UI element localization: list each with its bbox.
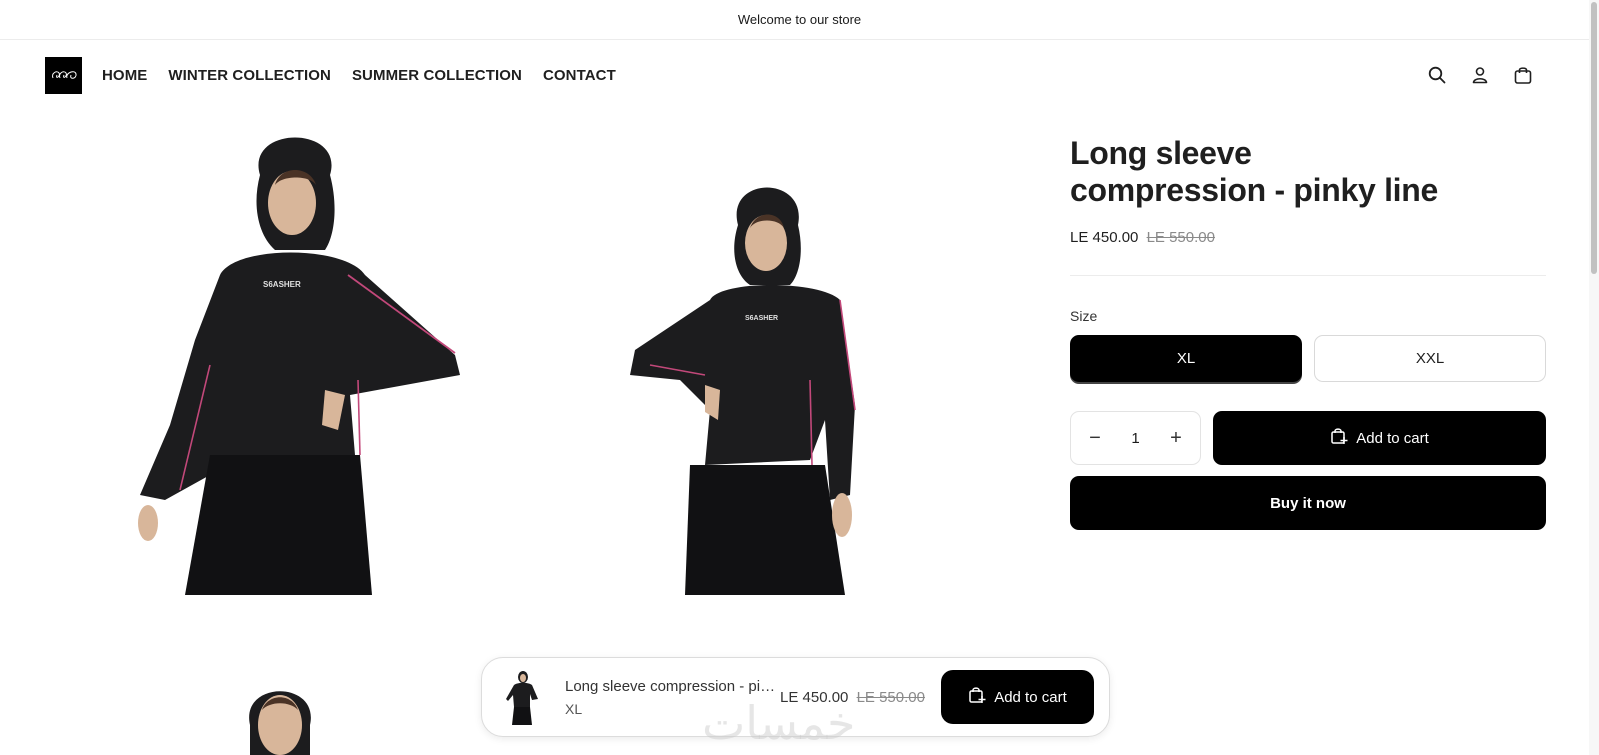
nav-home[interactable]: HOME (102, 67, 147, 84)
size-option-xl[interactable]: XL (1070, 335, 1302, 382)
product-title: Long sleeve compression - pinky line (1070, 135, 1546, 209)
cart-icon[interactable] (1512, 64, 1534, 86)
main-nav: HOME WINTER COLLECTION SUMMER COLLECTION… (102, 67, 637, 84)
header-icons (1426, 64, 1534, 86)
quantity-value[interactable]: 1 (1131, 430, 1139, 447)
nav-winter-collection[interactable]: WINTER COLLECTION (168, 67, 331, 84)
size-options: XL XXL (1070, 335, 1546, 382)
page-scrollbar[interactable] (1589, 0, 1599, 755)
size-option-xxl[interactable]: XXL (1314, 335, 1546, 382)
sticky-add-to-cart-button[interactable]: Add to cart (940, 670, 1094, 724)
product-image-2[interactable]: S6ASHER (610, 180, 900, 595)
sticky-cart-add-icon (968, 686, 986, 708)
site-header: HOME WINTER COLLECTION SUMMER COLLECTION… (0, 40, 1599, 110)
product-title-line-2: compression - pinky line (1070, 172, 1439, 208)
sale-price: LE 450.00 (1070, 229, 1139, 246)
shirt-print-text-2: S6ASHER (745, 315, 778, 322)
sticky-product-thumbnail (502, 669, 542, 725)
model-front-hooded-illustration: S6ASHER (138, 137, 460, 595)
announcement-text: Welcome to our store (737, 12, 862, 27)
shirt-print-text: S6ASHER (263, 280, 301, 289)
divider (1070, 275, 1546, 276)
watermark: خمسات (702, 696, 856, 750)
product-title-line-1: Long sleeve (1070, 135, 1252, 171)
buy-now-button[interactable]: Buy it now (1070, 476, 1546, 530)
scrollbar-thumb[interactable] (1591, 2, 1597, 274)
quantity-and-cart-row: − 1 + Add to cart (1070, 411, 1546, 465)
quantity-increase-button[interactable]: + (1166, 427, 1186, 450)
add-to-cart-button[interactable]: Add to cart (1213, 411, 1546, 465)
product-info: Long sleeve compression - pinky line LE … (1070, 135, 1546, 530)
account-icon[interactable] (1469, 64, 1491, 86)
announcement-bar: Welcome to our store (0, 0, 1599, 40)
product-image-1[interactable]: S6ASHER (110, 125, 480, 595)
add-to-cart-icon (1330, 427, 1348, 449)
store-logo[interactable] (45, 56, 82, 94)
model-side-hooded-illustration: S6ASHER (630, 187, 856, 595)
quantity-stepper: − 1 + (1070, 411, 1201, 465)
sticky-compare-price: LE 550.00 (856, 688, 925, 706)
model-hood-crop-illustration (249, 691, 311, 755)
product-image-3[interactable] (230, 685, 350, 755)
nav-summer-collection[interactable]: SUMMER COLLECTION (352, 67, 522, 84)
nav-contact[interactable]: CONTACT (543, 67, 616, 84)
compare-price: LE 550.00 (1146, 229, 1215, 246)
sticky-product-title: Long sleeve compression - pinky line (565, 677, 780, 695)
price-row: LE 450.00 LE 550.00 (1070, 229, 1546, 246)
sticky-add-to-cart-label: Add to cart (994, 688, 1067, 706)
search-icon[interactable] (1426, 64, 1448, 86)
size-label: Size (1070, 308, 1098, 324)
add-to-cart-label: Add to cart (1356, 429, 1429, 447)
logo-mark-icon (51, 71, 77, 79)
quantity-decrease-button[interactable]: − (1085, 427, 1105, 450)
